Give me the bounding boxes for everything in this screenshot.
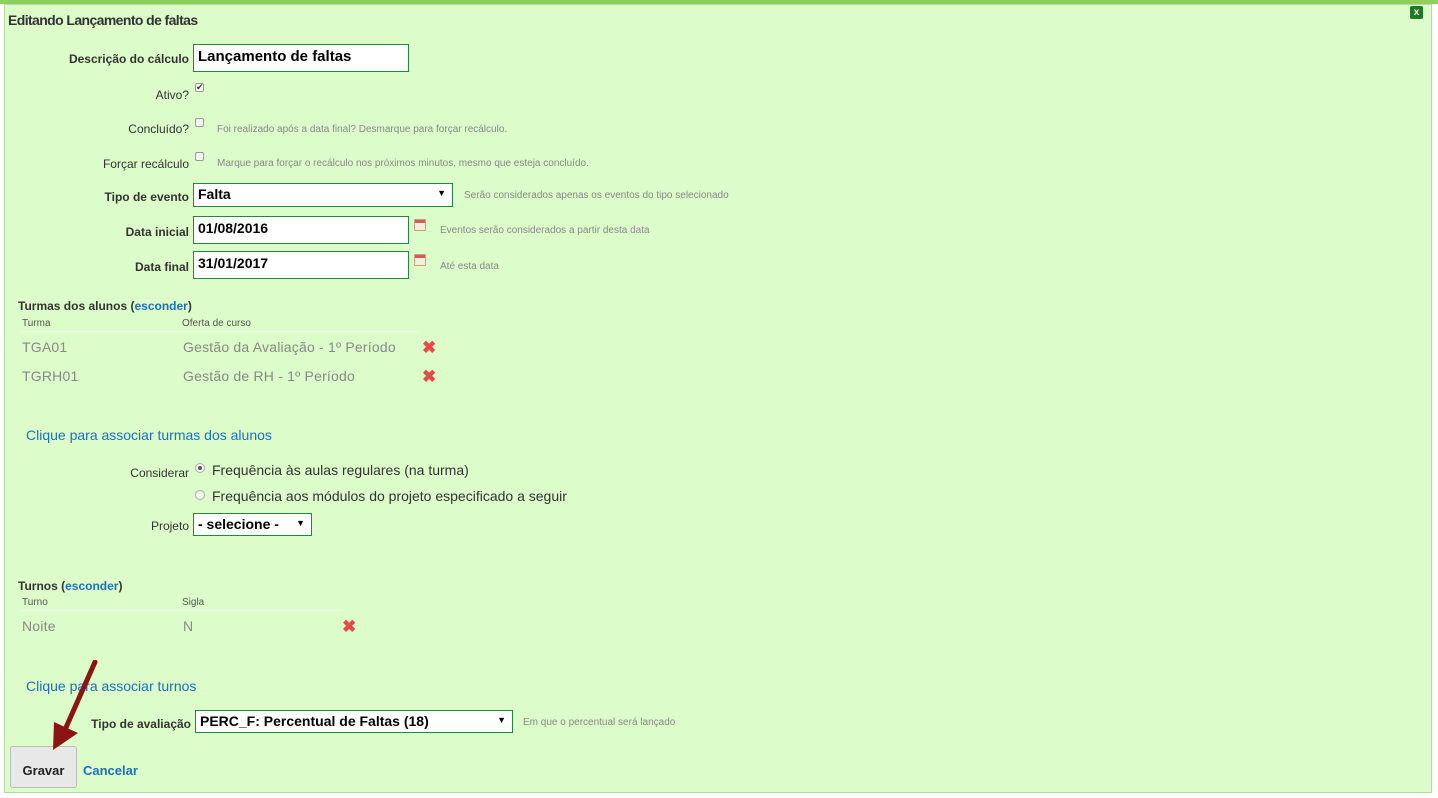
- delete-x-icon[interactable]: ✖: [342, 618, 356, 635]
- delete-x-icon[interactable]: ✖: [422, 339, 436, 356]
- col-turma-header: Turma: [22, 318, 51, 329]
- turnos-section-title: Turnos (esconder): [18, 579, 123, 593]
- tipo-evento-select[interactable]: Falta ▼: [193, 183, 453, 207]
- data-final-input[interactable]: 31/01/2017: [193, 251, 409, 279]
- tipo-evento-hint: Serão considerados apenas os eventos do …: [464, 190, 729, 201]
- page-title: Editando Lançamento de faltas: [8, 12, 198, 28]
- projeto-label: Projeto: [150, 519, 189, 533]
- data-inicial-hint: Eventos serão considerados a partir dest…: [440, 225, 650, 236]
- frequencia-modulos-radio[interactable]: [195, 490, 205, 500]
- table-row-turma: TGRH01: [22, 368, 79, 384]
- projeto-value: - selecione -: [198, 516, 279, 532]
- tipo-evento-value: Falta: [198, 186, 231, 202]
- tipo-evento-label: Tipo de evento: [104, 190, 189, 204]
- descricao-label: Descrição do cálculo: [68, 52, 189, 66]
- tipo-avaliacao-hint: Em que o percentual será lançado: [523, 717, 676, 728]
- frequencia-regular-radio[interactable]: [195, 463, 205, 473]
- delete-x-icon[interactable]: ✖: [422, 368, 436, 385]
- data-inicial-label: Data inicial: [125, 225, 189, 239]
- turmas-section-title: Turmas dos alunos (esconder): [18, 299, 192, 313]
- data-inicial-input[interactable]: 01/08/2016: [193, 216, 409, 244]
- concluido-label: Concluído?: [128, 122, 189, 136]
- ativo-label: Ativo?: [155, 88, 189, 102]
- concluido-checkbox[interactable]: [195, 118, 204, 127]
- data-final-hint: Até esta data: [440, 261, 499, 272]
- table-divider: [20, 610, 342, 611]
- frequencia-regular-label[interactable]: Frequência às aulas regulares (na turma): [212, 462, 469, 478]
- col-oferta-header: Oferta de curso: [182, 318, 251, 329]
- table-row-sigla: N: [183, 618, 194, 634]
- associate-turmas-link[interactable]: Clique para associar turmas dos alunos: [26, 427, 272, 443]
- descricao-input[interactable]: Lançamento de faltas: [193, 44, 409, 72]
- table-row-turno: Noite: [22, 618, 56, 634]
- calendar-icon[interactable]: [414, 219, 426, 231]
- close-icon[interactable]: x: [1410, 6, 1423, 19]
- turmas-toggle-link[interactable]: esconder: [134, 299, 187, 313]
- dropdown-arrow-icon: ▼: [296, 518, 305, 528]
- tipo-avaliacao-select[interactable]: PERC_F: Percentual de Faltas (18) ▼: [195, 710, 513, 733]
- frequencia-modulos-label[interactable]: Frequência aos módulos do projeto especi…: [212, 488, 567, 504]
- calendar-icon[interactable]: [414, 254, 426, 266]
- cancel-link[interactable]: Cancelar: [83, 763, 138, 778]
- forcar-label: Forçar recálculo: [102, 157, 189, 171]
- data-final-label: Data final: [134, 260, 189, 274]
- dropdown-arrow-icon: ▼: [497, 715, 506, 725]
- annotation-arrow-icon: [53, 660, 98, 750]
- projeto-select[interactable]: - selecione - ▼: [193, 513, 312, 536]
- table-row-turma: TGA01: [22, 339, 68, 355]
- dropdown-arrow-icon: ▼: [437, 188, 446, 198]
- tipo-avaliacao-value: PERC_F: Percentual de Faltas (18): [200, 713, 429, 729]
- turnos-toggle-link[interactable]: esconder: [65, 579, 118, 593]
- col-turno-header: Turno: [22, 597, 48, 608]
- considerar-label: Considerar: [130, 466, 189, 480]
- forcar-checkbox[interactable]: [195, 152, 204, 161]
- table-divider: [20, 331, 420, 332]
- concluido-hint: Foi realizado após a data final? Desmarq…: [217, 124, 508, 135]
- forcar-hint: Marque para forçar o recálculo nos próxi…: [217, 158, 589, 169]
- ativo-checkbox[interactable]: ✔: [195, 83, 204, 92]
- col-sigla-header: Sigla: [182, 597, 205, 608]
- edit-panel: [4, 4, 1432, 793]
- table-row-oferta: Gestão da Avaliação - 1º Período: [183, 339, 396, 355]
- table-row-oferta: Gestão de RH - 1º Período: [183, 368, 355, 384]
